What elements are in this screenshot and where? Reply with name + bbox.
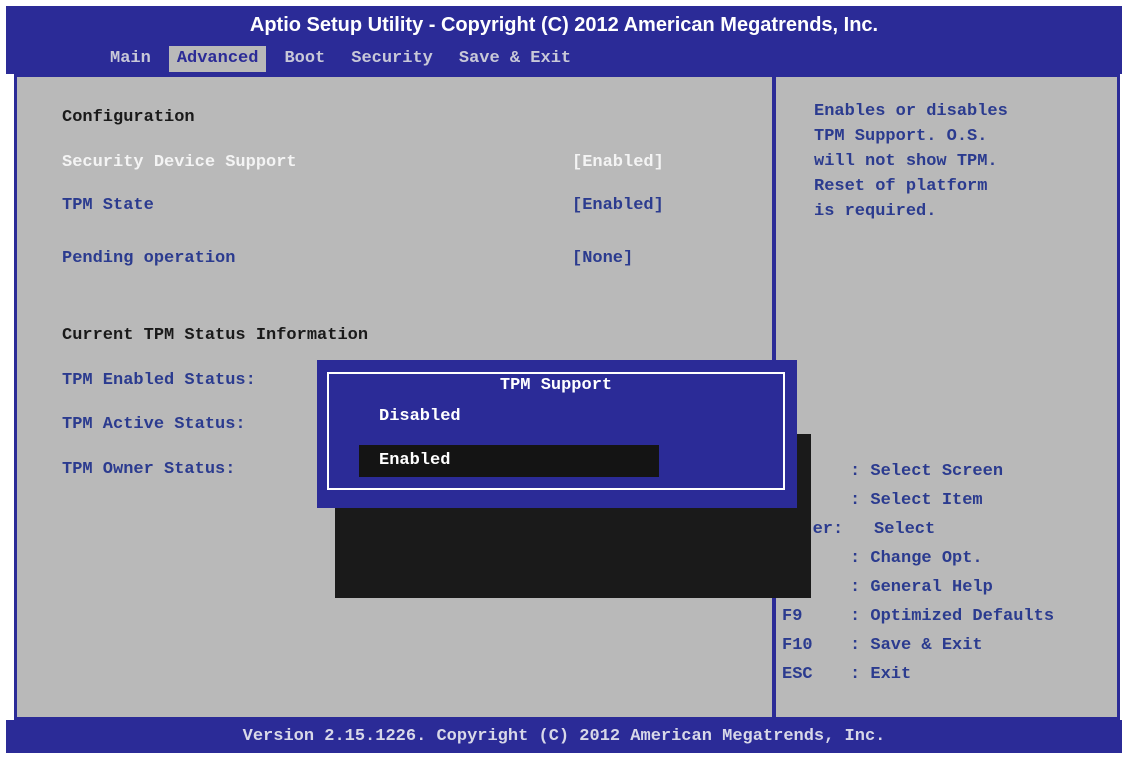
help-line: is required. — [814, 202, 937, 221]
main-panel: Configuration Security Device Support [E… — [14, 74, 1120, 720]
key-desc: : Change Opt. — [850, 549, 983, 568]
key-name: F9 — [782, 607, 803, 626]
dialog-title: TPM Support — [499, 376, 613, 395]
option-disabled[interactable]: Disabled — [379, 407, 461, 426]
key-desc: : Select Screen — [850, 462, 1004, 481]
tab-advanced[interactable]: Advanced — [168, 46, 267, 72]
section-title-configuration: Configuration — [62, 108, 195, 127]
key-desc: : General Help — [850, 578, 993, 597]
section-title-tpm-status: Current TPM Status Information — [62, 326, 369, 345]
option-enabled[interactable]: Enabled — [359, 445, 659, 477]
security-device-support-label[interactable]: Security Device Support — [62, 153, 297, 172]
app-title: Aptio Setup Utility - Copyright (C) 2012… — [249, 14, 879, 36]
help-line: TPM Support. O.S. — [814, 127, 988, 146]
tpm-active-status-label: TPM Active Status: — [62, 415, 246, 434]
key-desc: : Save & Exit — [850, 636, 983, 655]
tpm-owner-status-label: TPM Owner Status: — [62, 460, 236, 479]
version-footer: Version 2.15.1226. Copyright (C) 2012 Am… — [6, 720, 1122, 753]
help-line: Enables or disables — [814, 102, 1008, 121]
help-line: Reset of platform — [814, 177, 988, 196]
tab-security[interactable]: Security — [343, 46, 441, 72]
tpm-enabled-status-label: TPM Enabled Status: — [62, 371, 256, 390]
pending-operation-label[interactable]: Pending operation — [62, 249, 235, 268]
key-name: ESC — [782, 665, 813, 684]
key-desc: : Exit — [850, 665, 912, 684]
pending-operation-value[interactable]: [None] — [572, 249, 633, 268]
key-desc: Select — [874, 520, 936, 539]
tab-boot[interactable]: Boot — [276, 46, 333, 72]
tpm-support-dialog: TPM Support Disabled Enabled — [317, 360, 797, 508]
key-desc: : Select Item — [850, 491, 983, 510]
bios-screen: Aptio Setup Utility - Copyright (C) 2012… — [6, 6, 1122, 753]
help-line: will not show TPM. — [814, 152, 998, 171]
tpm-state-value[interactable]: [Enabled] — [572, 196, 664, 215]
header-bar: Aptio Setup Utility - Copyright (C) 2012… — [6, 6, 1122, 74]
menu-tabs: Main Advanced Boot Security Save & Exit — [102, 46, 589, 72]
tab-save-exit[interactable]: Save & Exit — [451, 46, 579, 72]
dialog-frame: TPM Support Disabled Enabled — [327, 372, 785, 490]
key-name: F10 — [782, 636, 813, 655]
security-device-support-value[interactable]: [Enabled] — [572, 153, 664, 172]
tab-main[interactable]: Main — [102, 46, 159, 72]
tpm-state-label[interactable]: TPM State — [62, 196, 154, 215]
key-desc: : Optimized Defaults — [850, 607, 1055, 626]
